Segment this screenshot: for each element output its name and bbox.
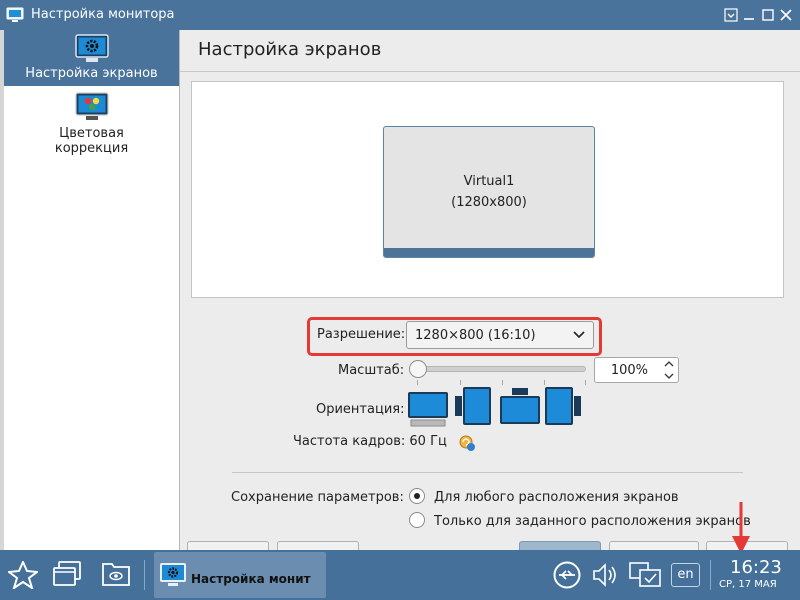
slider-tick	[544, 380, 545, 385]
monitor-gear-icon	[160, 563, 186, 586]
sidebar-item-screens[interactable]: Настройка экранов	[4, 30, 179, 86]
display-settings-tray-icon[interactable]	[628, 560, 662, 590]
portrait-left-icon	[455, 387, 491, 425]
orientation-portrait-right-button[interactable]	[543, 386, 585, 432]
window-titlebar: Настройка монитора	[0, 0, 800, 30]
resolution-select[interactable]: 1280×800 (16:10)	[406, 321, 594, 349]
windows-switcher-icon[interactable]	[52, 559, 82, 589]
keyboard-layout-indicator[interactable]: en	[671, 563, 700, 587]
chevron-down-icon[interactable]	[664, 372, 674, 380]
portrait-right-icon	[545, 387, 581, 425]
volume-icon[interactable]	[592, 562, 618, 588]
chevron-up-icon[interactable]	[664, 360, 674, 368]
orientation-portrait-left-button[interactable]	[453, 386, 495, 432]
close-icon	[780, 9, 792, 21]
monitor-resolution: (1280x800)	[451, 195, 527, 210]
slider-tick	[502, 380, 503, 385]
monitor-name: Virtual1	[463, 174, 515, 189]
refresh-apply-icon[interactable]	[458, 434, 476, 452]
divider	[232, 472, 743, 473]
virtual-monitor[interactable]: Virtual1 (1280x800)	[383, 126, 595, 258]
clock-time[interactable]: 16:23	[730, 557, 782, 578]
taskbar-app-label: Настройка монит	[191, 572, 311, 586]
monitor-bottom-bar	[384, 248, 594, 257]
sidebar: Настройка экранов Цветовая коррекция	[4, 30, 180, 550]
color-correction-icon	[74, 92, 109, 120]
window-title: Настройка монитора	[31, 7, 175, 22]
slider-tick	[417, 380, 418, 385]
monitor-icon	[6, 7, 24, 22]
file-manager-icon[interactable]	[101, 560, 131, 588]
start-menu-star-icon[interactable]	[8, 561, 38, 589]
slider-tick	[460, 380, 461, 385]
resolution-label: Разрешение:	[317, 327, 406, 342]
monitor-gear-icon	[74, 34, 109, 62]
orientation-label: Ориентация:	[316, 402, 405, 417]
screen-preview-area: Virtual1 (1280x800)	[191, 81, 784, 298]
taskbar: Настройка монит en 16:23 СР, 17 МАЯ	[0, 550, 800, 600]
orientation-landscape-button[interactable]	[407, 386, 449, 432]
close-button[interactable]	[775, 5, 797, 25]
resolution-value: 1280×800 (16:10)	[415, 328, 536, 343]
taskbar-separator	[144, 560, 145, 590]
radio-specific-layout-label[interactable]: Только для заданного расположения экрано…	[434, 514, 751, 529]
refresh-rate-label: Частота кадров: 60 Гц	[293, 434, 447, 449]
landscape-icon	[408, 392, 448, 427]
scale-spinbox[interactable]: 100%	[594, 357, 679, 383]
sidebar-item-label-line2: коррекция	[54, 141, 129, 156]
scale-label: Масштаб:	[338, 363, 405, 378]
sidebar-item-label-line1: Цветовая	[59, 126, 124, 141]
scale-slider-track[interactable]	[413, 366, 586, 372]
divider	[180, 71, 800, 72]
radio-specific-layout[interactable]	[409, 512, 425, 528]
landscape-flipped-icon	[500, 388, 540, 424]
radio-any-layout[interactable]	[409, 488, 425, 504]
orientation-landscape-flipped-button[interactable]	[499, 386, 541, 432]
sidebar-item-color-correction[interactable]: Цветовая коррекция	[4, 90, 179, 162]
sidebar-item-label: Настройка экранов	[25, 66, 158, 81]
arrow-annotation-icon	[732, 502, 750, 554]
taskbar-separator	[710, 560, 711, 590]
network-icon[interactable]	[553, 561, 581, 589]
chevron-down-icon	[573, 331, 585, 339]
radio-any-layout-label[interactable]: Для любого расположения экранов	[434, 490, 679, 505]
page-title: Настройка экранов	[198, 39, 382, 60]
main-panel: Настройка экранов Virtual1 (1280x800) Ра…	[180, 30, 800, 554]
scale-value: 100%	[610, 363, 648, 378]
taskbar-app-monitor-settings[interactable]: Настройка монит	[154, 552, 326, 598]
clock-date[interactable]: СР, 17 МАЯ	[719, 579, 777, 590]
scale-slider-handle[interactable]	[409, 360, 427, 378]
slider-tick	[585, 380, 586, 385]
save-settings-label: Сохранение параметров:	[231, 490, 404, 505]
